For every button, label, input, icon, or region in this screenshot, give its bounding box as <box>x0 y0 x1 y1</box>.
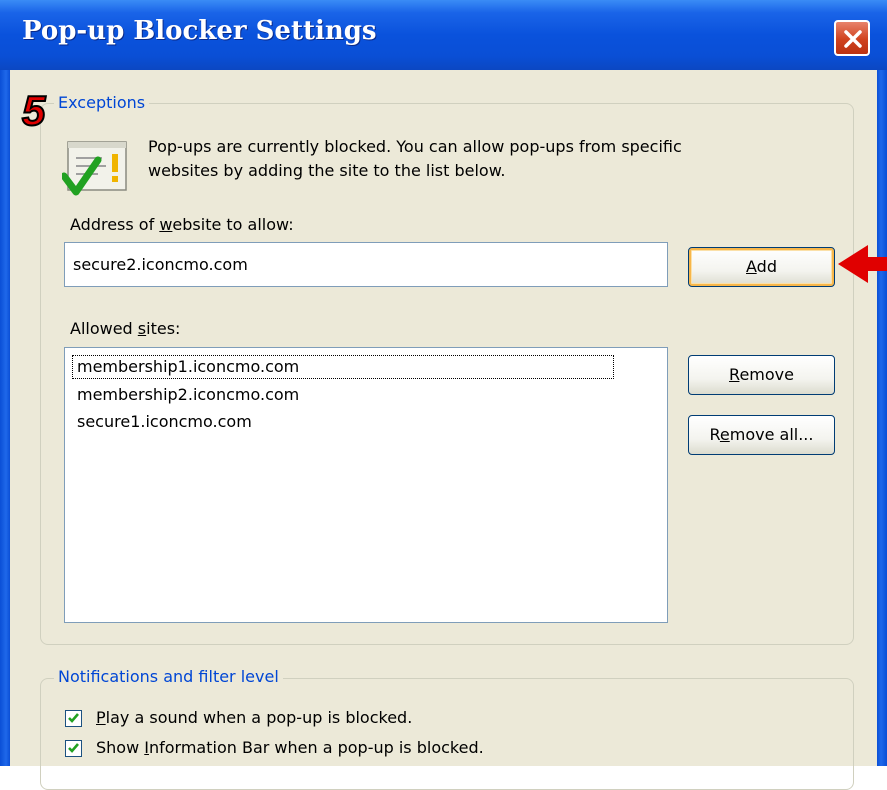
website-address-input[interactable]: secure2.iconcmo.com <box>64 242 668 287</box>
list-item[interactable]: membership1.iconcmo.com <box>72 355 614 379</box>
list-item[interactable]: secure1.iconcmo.com <box>73 411 256 433</box>
window-border-left <box>0 70 10 766</box>
website-address-value: secure2.iconcmo.com <box>73 255 248 274</box>
notifications-group <box>40 678 854 790</box>
red-arrow-annotation <box>838 245 887 283</box>
checkmark-icon <box>68 713 79 723</box>
checklist-icon <box>62 141 127 196</box>
play-sound-label[interactable]: Play a sound when a pop-up is blocked. <box>96 708 412 728</box>
info-text-line1: Pop-ups are currently blocked. You can a… <box>148 137 682 156</box>
show-info-bar-checkbox[interactable] <box>65 740 82 757</box>
add-button[interactable]: Add <box>688 247 835 287</box>
checkmark-icon <box>68 743 79 753</box>
step-number-annotation: 5 <box>21 87 46 134</box>
window-title: Pop-up Blocker Settings <box>22 16 377 46</box>
allowed-sites-list[interactable]: membership1.iconcmo.com membership2.icon… <box>64 347 668 623</box>
address-label: Address of website to allow: <box>70 215 294 234</box>
info-text-line2: websites by adding the site to the list … <box>148 161 506 180</box>
close-button[interactable] <box>834 20 870 56</box>
remove-button[interactable]: Remove <box>688 355 835 395</box>
remove-all-button[interactable]: Remove all... <box>688 415 835 455</box>
list-item[interactable]: membership2.iconcmo.com <box>73 384 303 406</box>
play-sound-checkbox[interactable] <box>65 710 82 727</box>
close-icon <box>844 30 862 48</box>
notifications-group-label: Notifications and filter level <box>54 667 283 687</box>
exceptions-group-label: Exceptions <box>54 93 150 113</box>
allowed-sites-label: Allowed sites: <box>70 319 181 338</box>
show-info-bar-label[interactable]: Show Information Bar when a pop-up is bl… <box>96 738 484 758</box>
window-border-right <box>877 70 887 766</box>
title-bar[interactable]: Pop-up Blocker Settings <box>0 0 887 70</box>
